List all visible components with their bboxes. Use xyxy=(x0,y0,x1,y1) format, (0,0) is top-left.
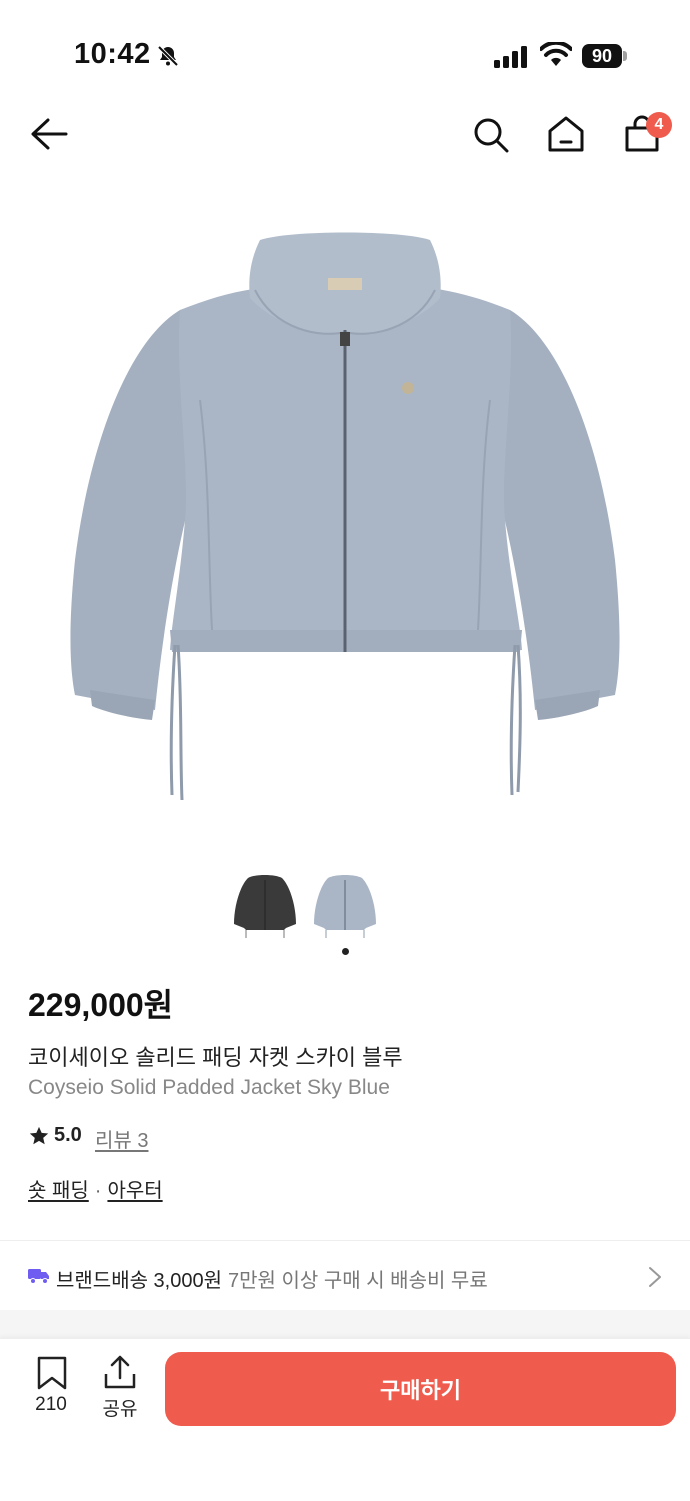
category-link-outer[interactable]: 아우터 xyxy=(107,1180,162,1202)
delivery-truck-icon xyxy=(28,1269,49,1284)
share-icon[interactable] xyxy=(102,1354,138,1390)
category-separator: · xyxy=(94,1180,102,1202)
bell-muted-icon xyxy=(157,45,179,67)
review-link[interactable]: 리뷰 3 xyxy=(95,1124,148,1153)
thumbnail-black-jacket[interactable] xyxy=(230,866,300,946)
shipping-info-row[interactable]: 브랜드배송 3,000원 7만원 이상 구매 시 배송비 무료 xyxy=(0,1242,690,1310)
rating: 5.0 xyxy=(28,1124,82,1147)
buy-button[interactable]: 구매하기 xyxy=(165,1352,676,1426)
category-link-short-padding[interactable]: 숏 패딩 xyxy=(28,1180,89,1202)
shipping-note: 7만원 이상 구매 시 배송비 무료 xyxy=(228,1270,488,1292)
category-breadcrumb: 숏 패딩 · 아우터 xyxy=(28,1174,163,1203)
thumbnail-sky-blue-jacket[interactable] xyxy=(310,866,380,946)
section-spacer xyxy=(0,1310,690,1340)
rating-value: 5.0 xyxy=(54,1124,82,1146)
product-image[interactable] xyxy=(60,220,630,810)
shipping-label: 브랜드배송 3,000원 xyxy=(56,1270,223,1292)
carousel-indicator-dot xyxy=(342,948,349,955)
product-price: 229,000원 xyxy=(28,987,174,1023)
search-icon[interactable] xyxy=(472,116,510,154)
share-label: 공유 xyxy=(102,1399,138,1420)
divider xyxy=(0,1240,690,1241)
battery-indicator: 90 xyxy=(582,44,622,68)
product-name-english: Coyseio Solid Padded Jacket Sky Blue xyxy=(28,1076,390,1099)
battery-cap xyxy=(623,51,627,61)
bookmark-count: 210 xyxy=(35,1394,67,1415)
back-arrow-icon[interactable] xyxy=(28,116,68,152)
product-name-korean: 코이세이오 솔리드 패딩 자켓 스카이 블루 xyxy=(28,1045,403,1070)
home-icon[interactable] xyxy=(546,114,586,154)
cellular-signal-icon xyxy=(494,46,527,68)
bookmark-icon[interactable] xyxy=(36,1356,68,1390)
status-time: 10:42 xyxy=(74,38,151,70)
cart-count-badge: 4 xyxy=(646,112,672,138)
star-icon xyxy=(29,1126,49,1144)
wifi-icon xyxy=(540,42,572,66)
shipping-text: 브랜드배송 3,000원 7만원 이상 구매 시 배송비 무료 xyxy=(56,1264,488,1293)
chevron-right-icon xyxy=(649,1267,661,1287)
